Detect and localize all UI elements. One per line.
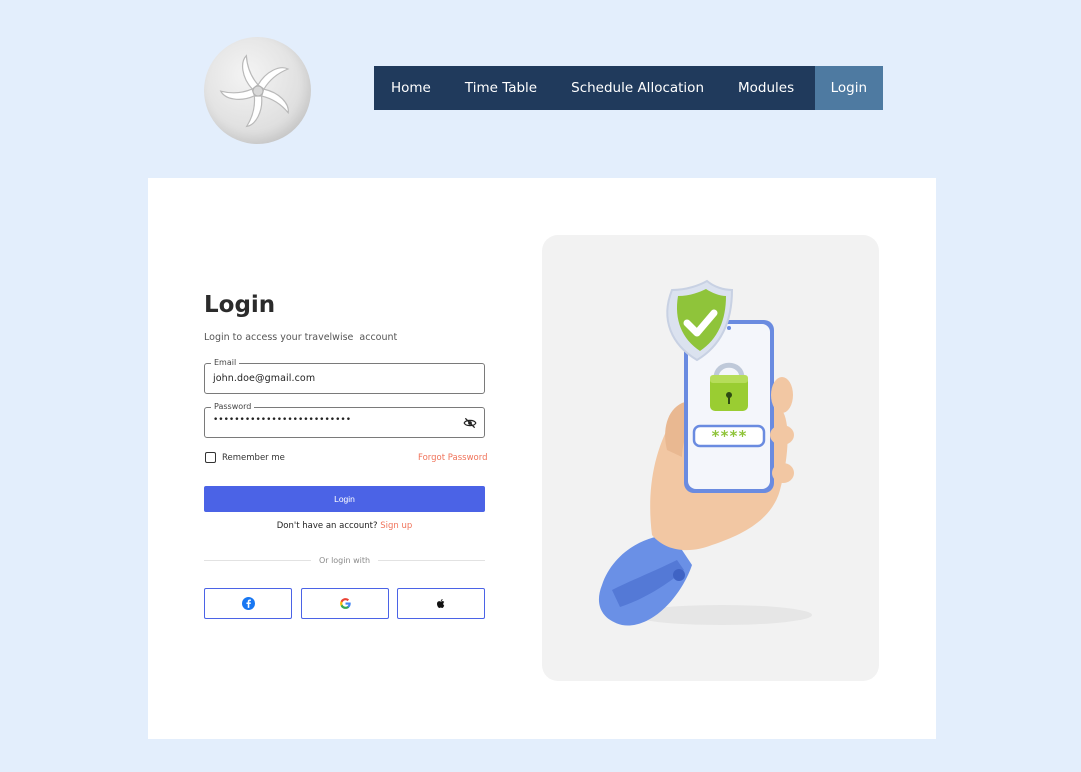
google-icon bbox=[339, 598, 351, 609]
facebook-login-button[interactable] bbox=[204, 588, 292, 619]
divider-text: Or login with bbox=[318, 555, 371, 565]
login-card: Login Login to access your travelwise ac… bbox=[148, 178, 936, 739]
signup-prompt: Don't have an account? bbox=[276, 521, 378, 531]
swirl-logo-icon bbox=[219, 53, 289, 127]
page-subtitle: Login to access your travelwise account bbox=[204, 332, 398, 343]
signup-line: Don't have an account? Sign up bbox=[204, 521, 485, 531]
password-label: Password bbox=[211, 402, 255, 412]
apple-icon bbox=[437, 599, 445, 608]
eye-off-icon[interactable] bbox=[463, 416, 477, 430]
divider-line bbox=[378, 559, 486, 561]
security-illustration: **** bbox=[542, 235, 879, 681]
top-nav: Home Time Table Schedule Allocation Modu… bbox=[374, 66, 883, 110]
nav-item-time-table[interactable]: Time Table bbox=[448, 66, 554, 110]
nav-item-login[interactable]: Login bbox=[814, 66, 883, 110]
brand-logo[interactable] bbox=[204, 37, 311, 144]
pin-mask: **** bbox=[711, 427, 747, 445]
password-field[interactable]: Password •••••••••••••••••••••••••• bbox=[204, 402, 485, 438]
phone-security-illustration: **** bbox=[598, 279, 812, 626]
apple-login-button[interactable] bbox=[397, 588, 485, 619]
nav-item-modules[interactable]: Modules bbox=[721, 66, 811, 110]
email-field[interactable]: Email john.doe@gmail.com bbox=[204, 358, 485, 394]
nav-item-schedule-allocation[interactable]: Schedule Allocation bbox=[554, 66, 721, 110]
signup-link[interactable]: Sign up bbox=[380, 521, 412, 531]
login-button[interactable]: Login bbox=[204, 486, 485, 512]
remember-label: Remember me bbox=[222, 452, 285, 463]
email-value: john.doe@gmail.com bbox=[213, 373, 316, 384]
remember-checkbox[interactable] bbox=[205, 452, 216, 463]
email-label: Email bbox=[211, 358, 240, 368]
divider: Or login with bbox=[204, 555, 486, 565]
forgot-password-link[interactable]: Forgot Password bbox=[418, 453, 487, 463]
page-title: Login bbox=[204, 292, 276, 318]
password-value: •••••••••••••••••••••••••• bbox=[213, 415, 352, 425]
google-login-button[interactable] bbox=[301, 588, 389, 619]
divider-line bbox=[204, 559, 311, 561]
nav-item-home[interactable]: Home bbox=[374, 66, 448, 110]
facebook-icon bbox=[241, 597, 255, 610]
remember-me[interactable]: Remember me bbox=[205, 452, 285, 463]
